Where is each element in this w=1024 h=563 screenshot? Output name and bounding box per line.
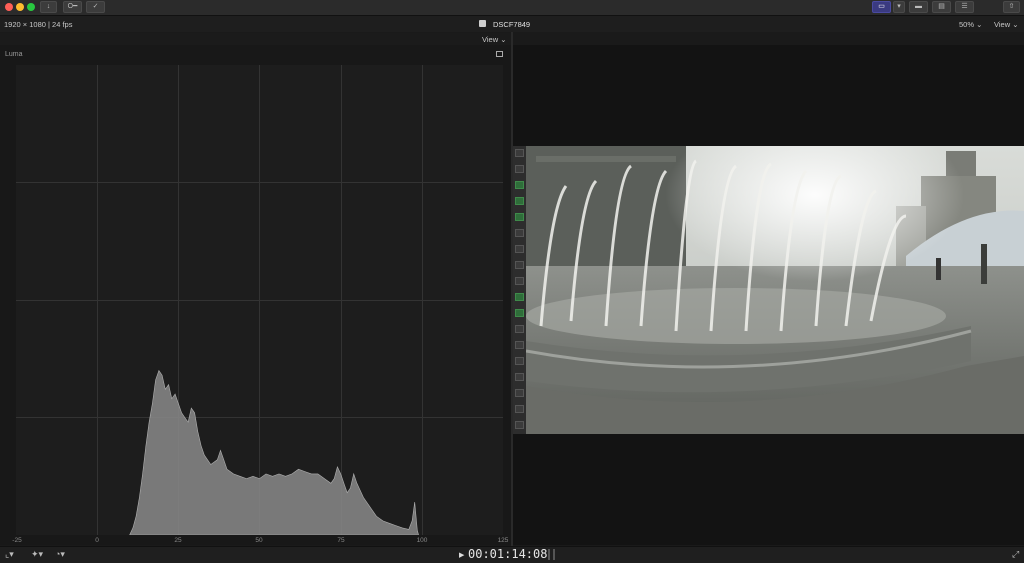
- frame-thumb[interactable]: [515, 325, 524, 333]
- frame-thumb[interactable]: [515, 373, 524, 381]
- checkmark-circle-icon: ✓: [92, 3, 99, 10]
- frame-thumb[interactable]: [515, 197, 524, 205]
- x-tick: -25: [12, 537, 22, 544]
- timecode-display[interactable]: 00:01:14:08: [468, 547, 547, 561]
- keywords-button[interactable]: O━: [63, 1, 82, 13]
- viewer-toggle-button[interactable]: ▬: [909, 1, 928, 13]
- frame-thumb[interactable]: [515, 149, 524, 157]
- frame-thumb[interactable]: [515, 165, 524, 173]
- chevron-down-icon: ⌄: [1012, 20, 1019, 29]
- toolbar: ↓ O━ ✓ ▭ ▾ ▬ ▤ ☰ ⇧: [0, 0, 1024, 16]
- frame-thumb[interactable]: [515, 405, 524, 413]
- minimize-window-button[interactable]: [16, 3, 24, 11]
- frame-thumb[interactable]: [515, 389, 524, 397]
- clip-icon: [479, 20, 486, 27]
- frame-thumb[interactable]: [515, 309, 524, 317]
- timeline-toggle-button[interactable]: ▤: [932, 1, 951, 13]
- frame-thumb[interactable]: [515, 421, 524, 429]
- enhance-icon[interactable]: ✦▾: [31, 549, 43, 560]
- frame-thumb[interactable]: [515, 245, 524, 253]
- audio-meter-icon: [548, 549, 550, 560]
- luma-histogram: [16, 65, 503, 535]
- x-tick: 0: [95, 537, 99, 544]
- browser-toggle-button[interactable]: ▭: [872, 1, 891, 13]
- import-button[interactable]: ↓: [40, 1, 57, 13]
- x-tick: 25: [174, 537, 182, 544]
- scope-view-menu[interactable]: View ⌄: [482, 35, 507, 44]
- sliders-icon: ☰: [961, 3, 968, 10]
- filmstrip: [513, 146, 526, 434]
- frame-thumb[interactable]: [515, 213, 524, 221]
- x-tick: 50: [255, 537, 263, 544]
- format-info: 1920 × 1080 | 24 fps: [4, 20, 73, 29]
- viewer-icon: ▬: [915, 3, 922, 10]
- share-button[interactable]: ⇧: [1003, 1, 1020, 13]
- scope-title: Luma: [5, 51, 23, 58]
- frame-thumb[interactable]: [515, 181, 524, 189]
- zoom-label: 50%: [959, 20, 975, 29]
- speed-icon[interactable]: ◔▾: [55, 549, 65, 560]
- scope-view-label: View: [482, 35, 499, 44]
- clip-name: DSCF7849: [493, 20, 531, 29]
- scope-settings-icon[interactable]: [496, 51, 503, 57]
- download-icon: ↓: [46, 3, 51, 10]
- transport-bar: ⌞▾ ✦▾ ◔▾ ▶ 00:01:14:08 ⤢: [0, 546, 1024, 563]
- zoom-window-button[interactable]: [27, 3, 35, 11]
- zoom-menu[interactable]: 50% ⌄: [959, 20, 982, 29]
- histogram-svg: [129, 369, 419, 535]
- viewer-header: 1920 × 1080 | 24 fps DSCF7849 50% ⌄ View…: [0, 16, 1024, 32]
- chevron-down-icon: ▾: [897, 3, 901, 10]
- inspector-toggle-button[interactable]: ☰: [955, 1, 974, 13]
- view-label: View: [994, 20, 1011, 29]
- play-icon[interactable]: ▶: [459, 551, 464, 559]
- viewer-view-menu[interactable]: View ⌄: [994, 20, 1019, 29]
- share-icon: ⇧: [1008, 3, 1015, 10]
- x-tick: 100: [416, 537, 428, 544]
- chevron-down-icon: ⌄: [500, 35, 507, 44]
- chevron-down-icon: ⌄: [976, 20, 983, 29]
- frame-thumb[interactable]: [515, 293, 524, 301]
- background-tasks-button[interactable]: ✓: [86, 1, 105, 13]
- video-frame[interactable]: [526, 146, 1024, 434]
- frame-thumb[interactable]: [515, 229, 524, 237]
- key-icon: O━: [67, 3, 78, 10]
- scope-toolbar: View ⌄: [0, 33, 511, 45]
- x-tick: 75: [337, 537, 345, 544]
- timeline-icon: ▤: [938, 3, 945, 10]
- browser-icon: ▭: [878, 3, 885, 10]
- fountain-image: [526, 146, 1024, 434]
- frame-thumb[interactable]: [515, 341, 524, 349]
- crop-icon[interactable]: ⌞▾: [5, 549, 14, 560]
- audio-meter-icon: [553, 549, 555, 560]
- fullscreen-icon[interactable]: ⤢: [1012, 549, 1019, 560]
- frame-thumb[interactable]: [515, 357, 524, 365]
- histogram-area: [129, 369, 419, 535]
- frame-thumb[interactable]: [515, 261, 524, 269]
- layout-menu-button[interactable]: ▾: [893, 1, 905, 13]
- frame-thumb[interactable]: [515, 277, 524, 285]
- close-window-button[interactable]: [5, 3, 13, 11]
